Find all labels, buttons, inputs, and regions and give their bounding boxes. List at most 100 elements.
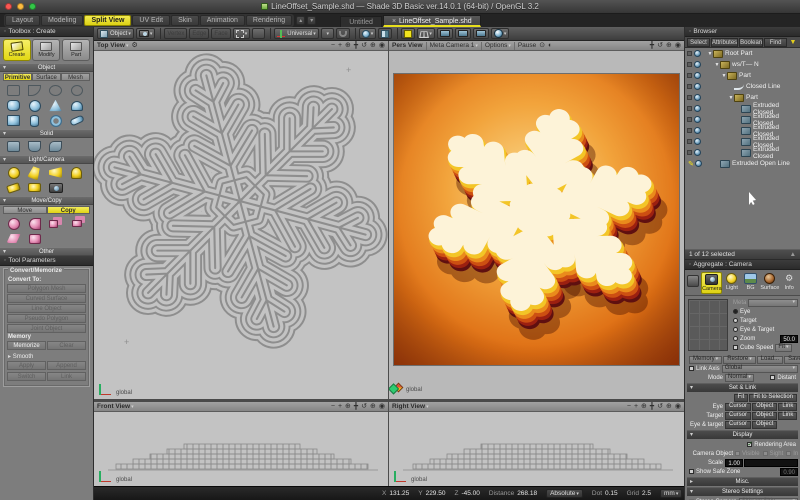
section-solid[interactable]: ▾Solid bbox=[0, 129, 93, 138]
tree-row-closed-line-3[interactable]: Closed Line bbox=[685, 81, 800, 92]
viewport-name[interactable]: Front View bbox=[97, 403, 130, 410]
smooth-section[interactable]: ▸ Smooth bbox=[8, 353, 86, 360]
extrude-tool-button[interactable] bbox=[24, 139, 45, 154]
cube-speed-checkbox[interactable] bbox=[733, 345, 738, 350]
sweep-tool-button[interactable] bbox=[45, 139, 66, 154]
zoom-menu-icon[interactable]: ⊕ bbox=[345, 41, 351, 50]
panel-collapse-icon[interactable]: ◦ bbox=[689, 28, 691, 35]
eye-cursor-button[interactable]: Cursor bbox=[725, 403, 751, 411]
render-toggle-icon[interactable] bbox=[694, 105, 701, 112]
visibility-checkbox[interactable] bbox=[687, 84, 692, 89]
eye-target-object-button[interactable]: Object bbox=[752, 421, 777, 429]
viewport-top[interactable]: Top View▾ ⚙ − + ⊕ ╋ ↺ ⊕ ◉ bbox=[94, 41, 389, 399]
convert-polygon-mesh-button[interactable]: Polygon Mesh bbox=[7, 284, 86, 293]
coordinate-mode-dropdown[interactable]: Absolute▾ bbox=[546, 489, 583, 498]
clear-button[interactable]: Clear bbox=[47, 341, 86, 350]
eye-target-radio[interactable] bbox=[733, 327, 738, 332]
array-copy-tool-button[interactable] bbox=[45, 216, 66, 231]
zoom-in-icon[interactable]: + bbox=[634, 402, 638, 411]
display-section[interactable]: ▾Display bbox=[687, 430, 798, 439]
mode-create-button[interactable]: Create bbox=[3, 39, 31, 61]
camera-object-in-checkbox[interactable] bbox=[786, 451, 791, 456]
aggregate-tab-info[interactable]: ⚙Info bbox=[780, 272, 798, 292]
eye-object-button[interactable]: Object bbox=[752, 403, 777, 411]
capsule-tool-button[interactable] bbox=[66, 113, 87, 128]
top-view-canvas[interactable]: + + global bbox=[94, 51, 388, 399]
manipulator-tool-button[interactable]: ▾ bbox=[321, 28, 334, 39]
render-toggle-icon[interactable] bbox=[694, 50, 701, 57]
eye-radio[interactable] bbox=[733, 309, 738, 314]
camera-tool-button[interactable] bbox=[45, 180, 66, 195]
convert-curved-surface-button[interactable]: Curved Surface bbox=[7, 294, 86, 303]
mode-part-button[interactable]: Part bbox=[62, 39, 90, 61]
unit-dropdown[interactable]: mm▾ bbox=[660, 489, 682, 498]
rounded-box-tool-button[interactable] bbox=[3, 98, 24, 113]
right-view-canvas[interactable]: global bbox=[389, 412, 684, 486]
scale-field[interactable]: 1.00 bbox=[725, 459, 743, 467]
render-toggle-icon[interactable]: ⊙ bbox=[539, 41, 545, 50]
section-light-camera[interactable]: ▾Light/Camera bbox=[0, 155, 93, 164]
panel-collapse-icon[interactable]: ◦ bbox=[4, 28, 6, 35]
universal-manipulator-button[interactable]: Universal▾ bbox=[274, 28, 319, 39]
misc-section[interactable]: ▸Misc. bbox=[687, 477, 798, 486]
distant-checkbox[interactable] bbox=[770, 375, 775, 380]
dolly-icon[interactable]: ◉ bbox=[379, 41, 385, 50]
viewport-front[interactable]: Front View▾ − + ⊕ ╋ ↺ ⊕ ◉ bbox=[94, 402, 389, 486]
cone-tool-button[interactable] bbox=[45, 98, 66, 113]
fit-button[interactable]: Fit bbox=[734, 394, 749, 402]
dolly-icon[interactable]: ◉ bbox=[675, 402, 681, 411]
quad-view-button[interactable] bbox=[401, 28, 415, 39]
render-toggle-icon[interactable] bbox=[694, 127, 701, 134]
visibility-checkbox[interactable] bbox=[687, 150, 692, 155]
pan-icon[interactable]: ╋ bbox=[650, 402, 654, 411]
close-tab-icon[interactable]: × bbox=[392, 18, 396, 25]
visibility-checkbox[interactable] bbox=[687, 51, 692, 56]
polyline-tool-button[interactable] bbox=[3, 83, 24, 98]
camera-menu-icon[interactable]: ▾ bbox=[475, 43, 478, 49]
workspace-tab-split-view[interactable]: Split View bbox=[84, 15, 131, 26]
camera-preview[interactable] bbox=[688, 299, 728, 351]
target-link-button[interactable]: Link bbox=[778, 412, 797, 420]
zoom-out-icon[interactable]: − bbox=[627, 402, 631, 411]
rotate-copy-tool-button[interactable] bbox=[3, 216, 24, 231]
visibility-checkbox[interactable] bbox=[687, 139, 692, 144]
viewport-name[interactable]: Top View bbox=[97, 42, 125, 49]
save-button[interactable]: Save... bbox=[784, 356, 800, 364]
zoom-in-icon[interactable]: + bbox=[338, 402, 342, 411]
visibility-checkbox[interactable] bbox=[687, 128, 692, 133]
browser-tab-attributes[interactable]: Attributes bbox=[711, 38, 738, 47]
object-tab-mesh[interactable]: Mesh bbox=[61, 73, 90, 81]
viewport-pers[interactable]: Pers View Meta Camera 1▾ Options▾ Pause … bbox=[389, 41, 684, 399]
dolly-icon[interactable]: ◉ bbox=[675, 41, 681, 50]
orbit-icon[interactable]: ↺ bbox=[657, 41, 663, 50]
viewport-name[interactable]: Right View bbox=[392, 403, 425, 410]
zoom-tool-icon[interactable]: ⊕ bbox=[370, 402, 376, 411]
load-button[interactable]: Load... bbox=[757, 356, 783, 364]
grid-value[interactable]: 2.5 bbox=[642, 490, 651, 497]
single-view-button[interactable] bbox=[437, 28, 453, 39]
section-object[interactable]: ▾Object bbox=[0, 63, 93, 72]
point-light-tool-button[interactable] bbox=[3, 165, 24, 180]
viewport-right[interactable]: Right View▾ − + ⊕ ╋ ↺ ⊕ ◉ bbox=[389, 402, 684, 486]
shear-copy-tool-button[interactable] bbox=[3, 231, 24, 246]
marquee-select-button[interactable]: ▾ bbox=[233, 28, 251, 39]
pan-icon[interactable]: ╋ bbox=[354, 41, 358, 50]
zoom-in-icon[interactable]: + bbox=[338, 41, 342, 50]
ring-tool-button[interactable] bbox=[66, 83, 87, 98]
sync-rotate-button[interactable] bbox=[252, 28, 265, 39]
memory-button[interactable]: Memory▾ bbox=[689, 356, 722, 364]
set-link-section[interactable]: ▾Set & Link bbox=[687, 383, 798, 392]
viewport-name[interactable]: Pers View bbox=[392, 42, 423, 49]
shading-toggle-icon[interactable]: ◐ bbox=[548, 41, 552, 50]
convert-pseudo-polygon-button[interactable]: Pseudo Polygon bbox=[7, 314, 86, 323]
zoom-tool-icon[interactable]: ⊕ bbox=[666, 402, 672, 411]
smooth-switch-button[interactable]: Switch bbox=[7, 372, 46, 381]
visibility-checkbox[interactable] bbox=[687, 73, 692, 78]
hemisphere-tool-button[interactable] bbox=[66, 98, 87, 113]
smooth-link-button[interactable]: Link bbox=[47, 372, 86, 381]
render-toggle-icon[interactable] bbox=[694, 72, 701, 79]
viewport-settings-icon[interactable]: ⚙ bbox=[131, 41, 137, 50]
pan-icon[interactable]: ╋ bbox=[650, 41, 654, 50]
cylinder-tool-button[interactable] bbox=[24, 113, 45, 128]
document-tab-lineoffset-sample-shd[interactable]: ×LineOffset_Sample.shd bbox=[383, 15, 481, 27]
